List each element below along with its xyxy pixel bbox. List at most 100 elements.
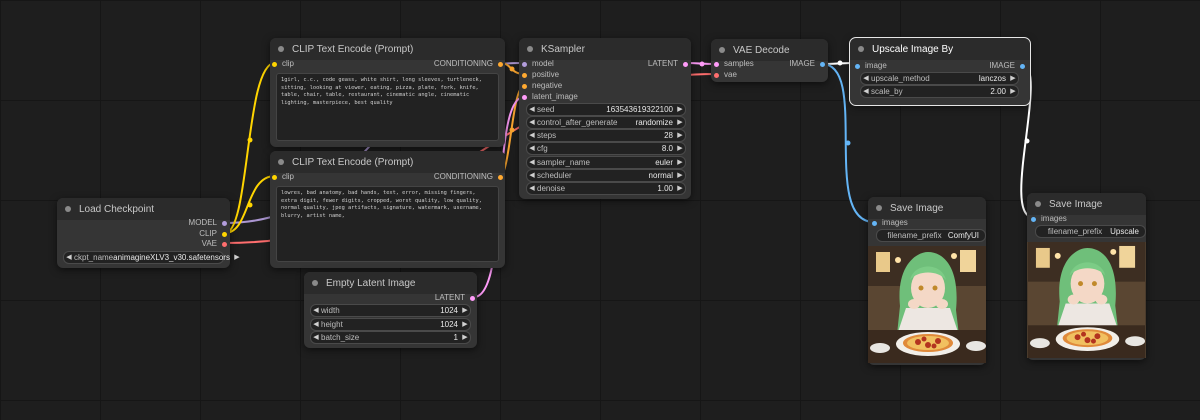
clip-text-encode-positive-node[interactable]: CLIP Text Encode (Prompt) clip CONDITION… [270,38,505,147]
batch-size-widget[interactable]: ◀ batch_size 1 ▶ [310,331,471,344]
left-arrow-icon[interactable]: ◀ [527,117,537,128]
left-arrow-icon[interactable]: ◀ [861,73,871,84]
input-dot-icon[interactable] [272,174,277,180]
output-latent[interactable]: LATENT [648,59,688,69]
filename-prefix-widget[interactable]: filename_prefix Upscale [1035,225,1146,238]
node-collapse-dot-icon[interactable] [278,46,284,52]
output-model[interactable]: MODEL [189,218,227,228]
output-vae[interactable]: VAE [202,239,227,249]
left-arrow-icon[interactable]: ◀ [311,305,321,316]
seed-widget[interactable]: ◀ seed 163543619322100 ▶ [526,103,686,116]
input-model[interactable]: model [522,59,554,69]
left-arrow-icon[interactable]: ◀ [311,332,321,343]
node-collapse-dot-icon[interactable] [858,46,864,52]
left-arrow-icon[interactable]: ◀ [527,183,537,194]
height-widget[interactable]: ◀ height 1024 ▶ [310,318,471,331]
node-title-bar[interactable]: KSampler [519,38,691,60]
left-arrow-icon[interactable]: ◀ [527,104,537,115]
right-arrow-icon[interactable]: ▶ [675,143,685,154]
output-dot-icon[interactable] [1020,63,1025,69]
node-collapse-dot-icon[interactable] [719,47,725,53]
input-vae[interactable]: vae [714,70,737,80]
input-image[interactable]: image [855,61,887,71]
upscale-method-widget[interactable]: ◀ upscale_method lanczos ▶ [860,72,1019,85]
output-dot-icon[interactable] [222,241,227,247]
input-dot-icon[interactable] [522,83,527,89]
right-arrow-icon[interactable]: ▶ [675,183,685,194]
left-arrow-icon[interactable]: ◀ [311,319,321,330]
input-clip[interactable]: clip [272,59,294,69]
right-arrow-icon[interactable]: ▶ [675,104,685,115]
output-dot-icon[interactable] [222,220,227,226]
left-arrow-icon[interactable]: ◀ [527,130,537,141]
vae-decode-node[interactable]: VAE Decode samples vae IMAGE [711,39,828,82]
output-dot-icon[interactable] [498,61,503,67]
input-dot-icon[interactable] [855,63,860,69]
input-clip[interactable]: clip [272,172,294,182]
node-title-bar[interactable]: Upscale Image By [850,38,1030,60]
input-images[interactable]: images [1031,214,1067,224]
output-image[interactable]: IMAGE [789,59,825,69]
generated-image-preview[interactable] [868,246,986,363]
left-arrow-icon[interactable]: ◀ [527,157,537,168]
scheduler-widget[interactable]: ◀ scheduler normal ▶ [526,169,686,182]
load-checkpoint-node[interactable]: Load Checkpoint MODEL CLIP VAE ◀ ckpt_na… [57,198,240,268]
output-latent[interactable]: LATENT [435,293,475,303]
filename-prefix-widget[interactable]: filename_prefix ComfyUI [876,229,986,242]
width-widget[interactable]: ◀ width 1024 ▶ [310,304,471,317]
left-arrow-icon[interactable]: ◀ [861,86,871,97]
cfg-widget[interactable]: ◀ cfg 8.0 ▶ [526,142,686,155]
node-title-bar[interactable]: VAE Decode [711,39,828,61]
scale-by-widget[interactable]: ◀ scale_by 2.00 ▶ [860,85,1019,98]
node-collapse-dot-icon[interactable] [278,159,284,165]
input-samples[interactable]: samples [714,59,754,69]
control-after-generate-widget[interactable]: ◀ control_after_generate randomize ▶ [526,116,686,129]
output-conditioning[interactable]: CONDITIONING [434,59,503,69]
node-title-bar[interactable]: Save Image [1027,193,1146,215]
left-arrow-icon[interactable]: ◀ [64,252,74,263]
node-collapse-dot-icon[interactable] [312,280,318,286]
right-arrow-icon[interactable]: ▶ [460,319,470,330]
input-negative[interactable]: negative [522,81,562,91]
output-image[interactable]: IMAGE [989,61,1025,71]
output-dot-icon[interactable] [222,231,227,237]
left-arrow-icon[interactable]: ◀ [527,143,537,154]
right-arrow-icon[interactable]: ▶ [1008,86,1018,97]
node-collapse-dot-icon[interactable] [65,206,71,212]
right-arrow-icon[interactable]: ▶ [1008,73,1018,84]
input-positive[interactable]: positive [522,70,559,80]
prompt-textarea[interactable]: 1girl, c.c., code geass, white shirt, lo… [276,73,499,141]
save-image-node[interactable]: Save Image images filename_prefix ComfyU… [868,197,986,365]
node-title-bar[interactable]: Load Checkpoint [57,198,230,220]
right-arrow-icon[interactable]: ▶ [675,130,685,141]
node-title-bar[interactable]: Empty Latent Image [304,272,477,294]
right-arrow-icon[interactable]: ▶ [675,157,685,168]
output-dot-icon[interactable] [498,174,503,180]
upscaled-image-preview[interactable] [1027,242,1146,358]
right-arrow-icon[interactable]: ▶ [460,305,470,316]
input-dot-icon[interactable] [714,72,719,78]
node-title-bar[interactable]: CLIP Text Encode (Prompt) [270,38,505,60]
empty-latent-image-node[interactable]: Empty Latent Image LATENT ◀ width 1024 ▶ ◀ h… [304,272,477,348]
output-conditioning[interactable]: CONDITIONING [434,172,503,182]
output-dot-icon[interactable] [820,61,825,67]
input-images[interactable]: images [872,218,908,228]
right-arrow-icon[interactable]: ▶ [460,332,470,343]
node-title-bar[interactable]: Save Image [868,197,986,219]
ksampler-node[interactable]: KSampler model positive negative latent_… [519,38,691,199]
prompt-textarea[interactable]: lowres, bad anatomy, bad hands, text, er… [276,186,499,262]
input-dot-icon[interactable] [1031,216,1036,222]
input-dot-icon[interactable] [872,220,877,226]
input-dot-icon[interactable] [522,61,527,67]
node-title-bar[interactable]: CLIP Text Encode (Prompt) [270,151,505,173]
right-arrow-icon[interactable]: ▶ [675,117,685,128]
node-collapse-dot-icon[interactable] [527,46,533,52]
input-dot-icon[interactable] [714,61,719,67]
input-dot-icon[interactable] [522,72,527,78]
right-arrow-icon[interactable]: ▶ [232,252,242,263]
output-clip[interactable]: CLIP [199,229,227,239]
node-collapse-dot-icon[interactable] [1035,201,1041,207]
ckpt-name-combo[interactable]: ◀ ckpt_name animagineXLV3_v30.safetensor… [63,251,240,264]
denoise-widget[interactable]: ◀ denoise 1.00 ▶ [526,182,686,195]
input-latent-image[interactable]: latent_image [522,92,578,102]
